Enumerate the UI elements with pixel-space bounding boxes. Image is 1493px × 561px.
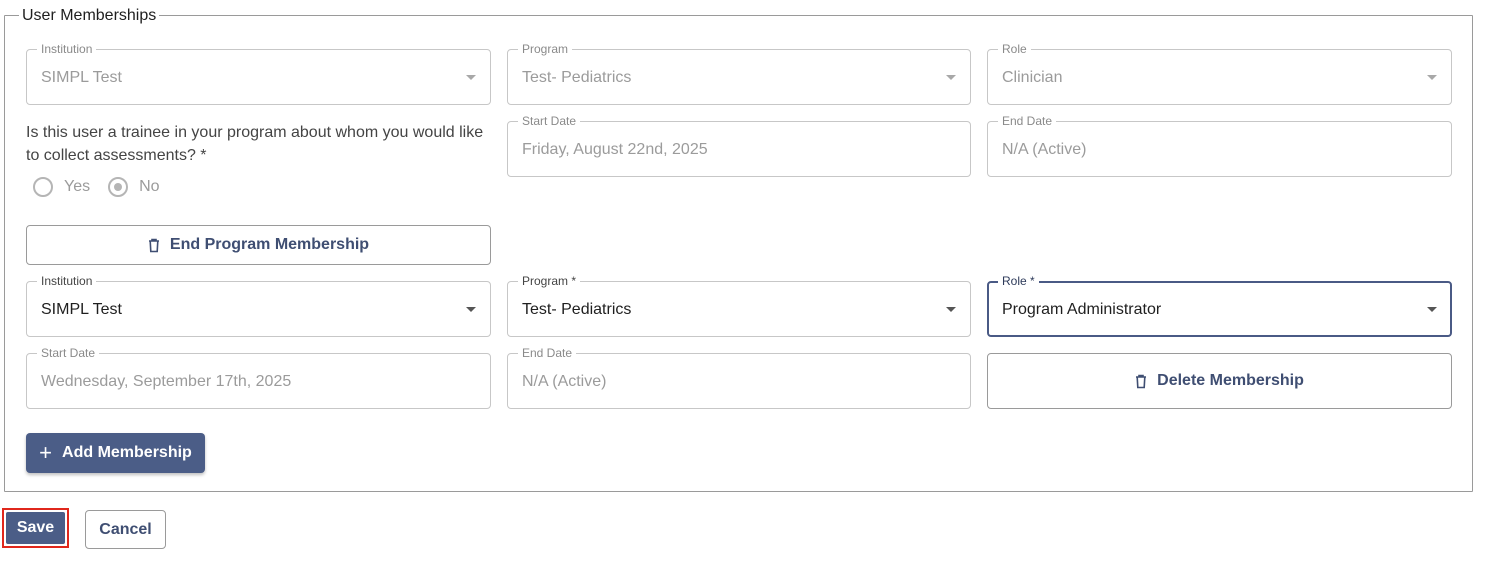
end-date-label-1: End Date — [998, 114, 1057, 128]
start-date-label-2: Start Date — [37, 346, 100, 360]
trainee-radio-group: Yes No — [33, 177, 160, 197]
radio-yes[interactable] — [33, 177, 53, 197]
add-membership-button[interactable]: + Add Membership — [26, 433, 205, 473]
radio-yes-label: Yes — [64, 178, 91, 195]
program-value-1: Test- Pediatrics — [522, 69, 632, 86]
save-button[interactable]: Save — [6, 512, 65, 544]
start-date-field-2[interactable]: Start Date Wednesday, September 17th, 20… — [26, 346, 491, 409]
start-date-value-2: Wednesday, September 17th, 2025 — [41, 373, 292, 390]
role-select-1[interactable]: Role Clinician — [987, 42, 1452, 105]
start-date-field-1[interactable]: Start Date Friday, August 22nd, 2025 — [507, 114, 971, 177]
delete-membership-label: Delete Membership — [1157, 372, 1304, 389]
save-highlight: Save — [2, 508, 69, 548]
trash-icon — [1136, 374, 1147, 388]
program-label-1: Program — [518, 42, 573, 56]
trash-icon — [148, 238, 159, 252]
caret-down-icon — [946, 75, 956, 80]
delete-membership-button[interactable]: Delete Membership — [987, 353, 1452, 409]
institution-label-2: Institution — [37, 274, 97, 288]
institution-value-1: SIMPL Test — [41, 69, 122, 86]
add-membership-label: Add Membership — [62, 444, 192, 461]
end-program-membership-label: End Program Membership — [169, 236, 370, 253]
start-date-value-1: Friday, August 22nd, 2025 — [522, 141, 708, 158]
program-select-2[interactable]: Program * Test- Pediatrics — [507, 274, 971, 337]
start-date-label-1: Start Date — [518, 114, 581, 128]
end-date-field-1[interactable]: End Date N/A (Active) — [987, 114, 1452, 177]
role-label-1: Role — [998, 42, 1031, 56]
trainee-question: Is this user a trainee in your program a… — [26, 124, 484, 164]
radio-no[interactable] — [108, 177, 129, 197]
program-select-1[interactable]: Program Test- Pediatrics — [507, 42, 971, 105]
end-date-value-2: N/A (Active) — [522, 373, 607, 390]
end-program-membership-button[interactable]: End Program Membership — [26, 225, 491, 265]
caret-down-icon — [1427, 75, 1437, 80]
program-label-2: Program * — [518, 274, 581, 288]
caret-down-icon — [946, 307, 956, 312]
caret-down-icon — [1427, 307, 1437, 312]
end-date-field-2[interactable]: End Date N/A (Active) — [507, 346, 971, 409]
program-value-2: Test- Pediatrics — [522, 301, 632, 318]
end-date-label-2: End Date — [518, 346, 577, 360]
caret-down-icon — [466, 307, 476, 312]
role-label-2: Role * — [998, 274, 1039, 288]
end-date-value-1: N/A (Active) — [1002, 141, 1087, 158]
cancel-button[interactable]: Cancel — [85, 510, 166, 549]
institution-value-2: SIMPL Test — [41, 301, 122, 318]
radio-no-label: No — [139, 178, 160, 195]
plus-icon: + — [39, 440, 53, 465]
role-value-1: Clinician — [1002, 69, 1063, 86]
fieldset-legend: User Memberships — [19, 6, 160, 26]
caret-down-icon — [466, 75, 476, 80]
role-value-2: Program Administrator — [1002, 301, 1162, 318]
institution-select-2[interactable]: Institution SIMPL Test — [26, 274, 491, 337]
institution-select-1[interactable]: Institution SIMPL Test — [26, 42, 491, 105]
institution-label-1: Institution — [37, 42, 97, 56]
role-select-2[interactable]: Role * Program Administrator — [987, 274, 1452, 337]
